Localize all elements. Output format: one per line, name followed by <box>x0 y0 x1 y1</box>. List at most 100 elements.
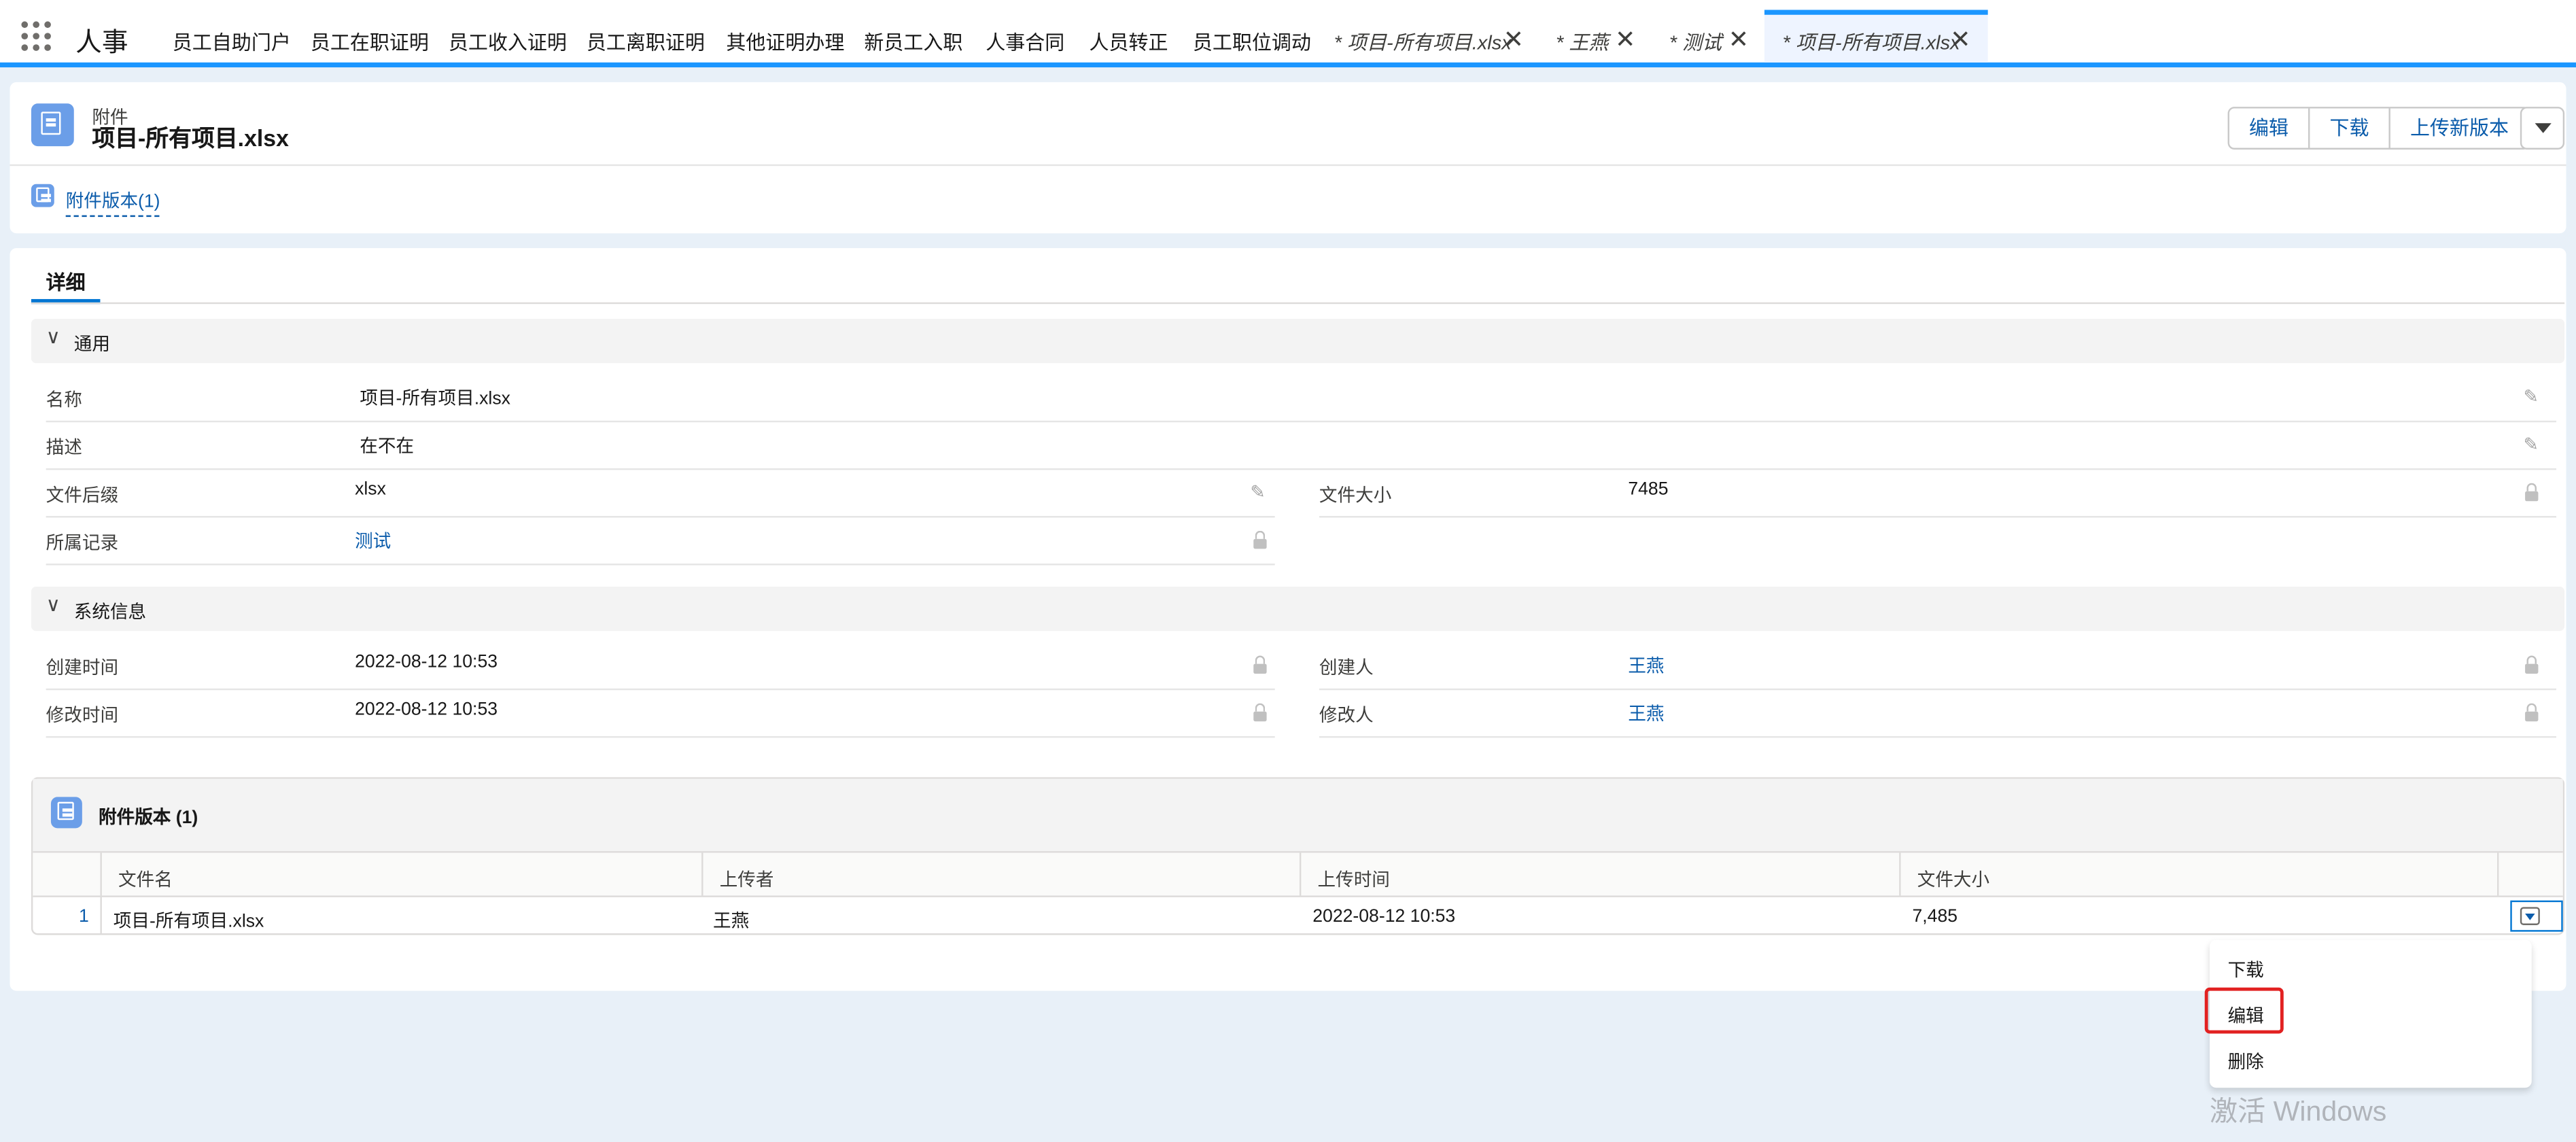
edit-pencil-icon[interactable]: ✎ <box>2524 434 2539 455</box>
menu-item-delete[interactable]: 删除 <box>2228 1048 2264 1075</box>
lock-icon <box>1253 530 1267 549</box>
modifier-link[interactable]: 王燕 <box>1628 700 1664 727</box>
chevron-down-icon: ∨ <box>46 325 60 349</box>
top-nav: 人事 员工自助门户 员工在职证明 员工收入证明 员工离职证明 其他证明办理 新员… <box>0 0 2576 68</box>
close-icon[interactable]: ✕ <box>1615 24 1635 54</box>
nav-item-hr-contract[interactable]: 人事合同 <box>986 28 1064 56</box>
windows-activation-watermark: 激活 Windows <box>2209 1096 2387 1128</box>
cell-upload-time: 2022-08-12 10:53 <box>1312 907 1456 927</box>
modifier-label: 修改人 <box>1319 706 1374 727</box>
tab-divider <box>31 302 2565 305</box>
nav-item-onboarding[interactable]: 新员工入职 <box>864 28 962 56</box>
close-icon[interactable]: ✕ <box>1728 24 1749 54</box>
column-separator <box>100 895 102 935</box>
tab-label: * 测试 <box>1669 31 1722 54</box>
detail-card: 详细 ∨ 通用 名称 项目-所有项目.xlsx ✎ 描述 在不在 ✎ 文件后缀 … <box>10 248 2566 991</box>
record-title: 项目-所有项目.xlsx <box>92 124 289 152</box>
lock-icon <box>1253 703 1267 722</box>
tab-test[interactable]: * 测试 ✕ <box>1669 27 1749 56</box>
field-divider <box>46 564 1275 566</box>
field-divider <box>46 736 1275 738</box>
column-header-filename[interactable]: 文件名 <box>118 866 173 893</box>
edit-pencil-icon[interactable]: ✎ <box>2524 386 2539 407</box>
edit-pencil-icon[interactable]: ✎ <box>1250 481 1265 503</box>
tab-details[interactable]: 详细 <box>46 268 86 296</box>
column-separator <box>100 852 102 896</box>
row-number: 1 <box>79 907 89 927</box>
download-button[interactable]: 下载 <box>2310 108 2390 148</box>
lock-icon <box>2525 703 2539 722</box>
menu-item-download[interactable]: 下载 <box>2228 956 2264 983</box>
cell-uploader: 王燕 <box>713 912 750 932</box>
modified-time-label: 修改时间 <box>46 706 119 727</box>
field-divider <box>1319 516 2557 518</box>
created-time-value: 2022-08-12 10:53 <box>355 652 498 672</box>
section-title: 系统信息 <box>73 603 147 623</box>
highlight-box <box>2204 987 2284 1034</box>
creator-label: 创建人 <box>1319 659 1374 679</box>
related-list-header: 附件版本 (1) <box>33 778 2563 853</box>
nav-item-resignation-cert[interactable]: 员工离职证明 <box>587 28 705 56</box>
edit-button[interactable]: 编辑 <box>2229 108 2310 148</box>
tab-label: * 王燕 <box>1555 31 1609 54</box>
name-value: 项目-所有项目.xlsx <box>360 389 510 409</box>
close-icon[interactable]: ✕ <box>1503 24 1524 54</box>
versions-icon <box>31 184 54 207</box>
field-divider <box>1319 688 2557 691</box>
divider <box>10 164 2566 167</box>
column-header-uploader[interactable]: 上传者 <box>720 866 774 893</box>
related-list-title[interactable]: 附件版本 (1) <box>99 803 198 830</box>
nav-item-other-cert[interactable]: 其他证明办理 <box>726 28 844 56</box>
nav-item-employment-cert[interactable]: 员工在职证明 <box>311 28 429 56</box>
section-general[interactable]: ∨ 通用 <box>31 318 2565 364</box>
file-size-value: 7485 <box>1628 479 1669 500</box>
column-separator <box>1899 852 1901 896</box>
file-extension-value: xlsx <box>355 479 386 500</box>
nav-item-self-service[interactable]: 员工自助门户 <box>173 28 291 56</box>
chevron-down-icon <box>2535 123 2552 133</box>
parent-record-link[interactable]: 测试 <box>355 527 391 554</box>
modified-time-value: 2022-08-12 10:53 <box>355 699 498 720</box>
column-header-upload-time[interactable]: 上传时间 <box>1318 866 1390 893</box>
header-button-group: 编辑 下载 上传新版本 <box>2227 107 2530 150</box>
field-divider <box>46 468 2557 470</box>
creator-link[interactable]: 王燕 <box>1628 653 1664 679</box>
attachment-versions-list: 附件版本 (1) 文件名 上传者 上传时间 文件大小 1 项目-所有项目.xls… <box>31 777 2565 935</box>
field-divider <box>46 688 1275 691</box>
nav-item-regularization[interactable]: 人员转正 <box>1090 28 1168 56</box>
lock-icon <box>2525 483 2539 502</box>
tab-file-1[interactable]: * 项目-所有项目.xlsx ✕ <box>1334 27 1524 56</box>
field-divider <box>1319 736 2557 738</box>
chevron-down-icon: ∨ <box>46 593 60 617</box>
section-system-info[interactable]: ∨ 系统信息 <box>31 586 2565 631</box>
column-header-file-size[interactable]: 文件大小 <box>1917 866 1989 893</box>
name-label: 名称 <box>46 391 82 411</box>
chevron-down-icon <box>2520 907 2540 925</box>
app-root: 人事 员工自助门户 员工在职证明 员工收入证明 员工离职证明 其他证明办理 新员… <box>0 0 2576 1142</box>
upload-new-version-button[interactable]: 上传新版本 <box>2390 109 2528 148</box>
attachment-versions-link[interactable]: 附件版本(1) <box>65 188 160 218</box>
nav-item-income-cert[interactable]: 员工收入证明 <box>449 28 567 56</box>
file-extension-label: 文件后缀 <box>46 486 119 506</box>
lock-icon <box>1253 655 1267 674</box>
tab-label: * 项目-所有项目.xlsx <box>1782 31 1960 54</box>
cell-file-size: 7,485 <box>1912 907 1958 927</box>
app-launcher-icon[interactable] <box>21 21 52 52</box>
created-time-label: 创建时间 <box>46 659 119 679</box>
versions-icon <box>50 797 82 829</box>
nav-item-position-transfer[interactable]: 员工职位调动 <box>1193 28 1311 56</box>
cell-filename[interactable]: 项目-所有项目.xlsx <box>114 907 264 933</box>
column-separator <box>2496 852 2499 896</box>
field-divider <box>46 516 1275 518</box>
table-header: 文件名 上传者 上传时间 文件大小 <box>33 852 2563 897</box>
tab-file-active[interactable]: * 项目-所有项目.xlsx ✕ <box>1782 27 1971 56</box>
tab-wangyan[interactable]: * 王燕 ✕ <box>1555 27 1635 56</box>
row-actions-dropdown[interactable] <box>2510 900 2563 932</box>
file-size-label: 文件大小 <box>1319 486 1392 506</box>
more-actions-button[interactable] <box>2520 107 2565 150</box>
close-icon[interactable]: ✕ <box>1950 24 1970 54</box>
column-separator <box>1299 852 1302 896</box>
section-title: 通用 <box>73 335 110 356</box>
description-label: 描述 <box>46 438 82 459</box>
tab-label: * 项目-所有项目.xlsx <box>1334 31 1512 54</box>
